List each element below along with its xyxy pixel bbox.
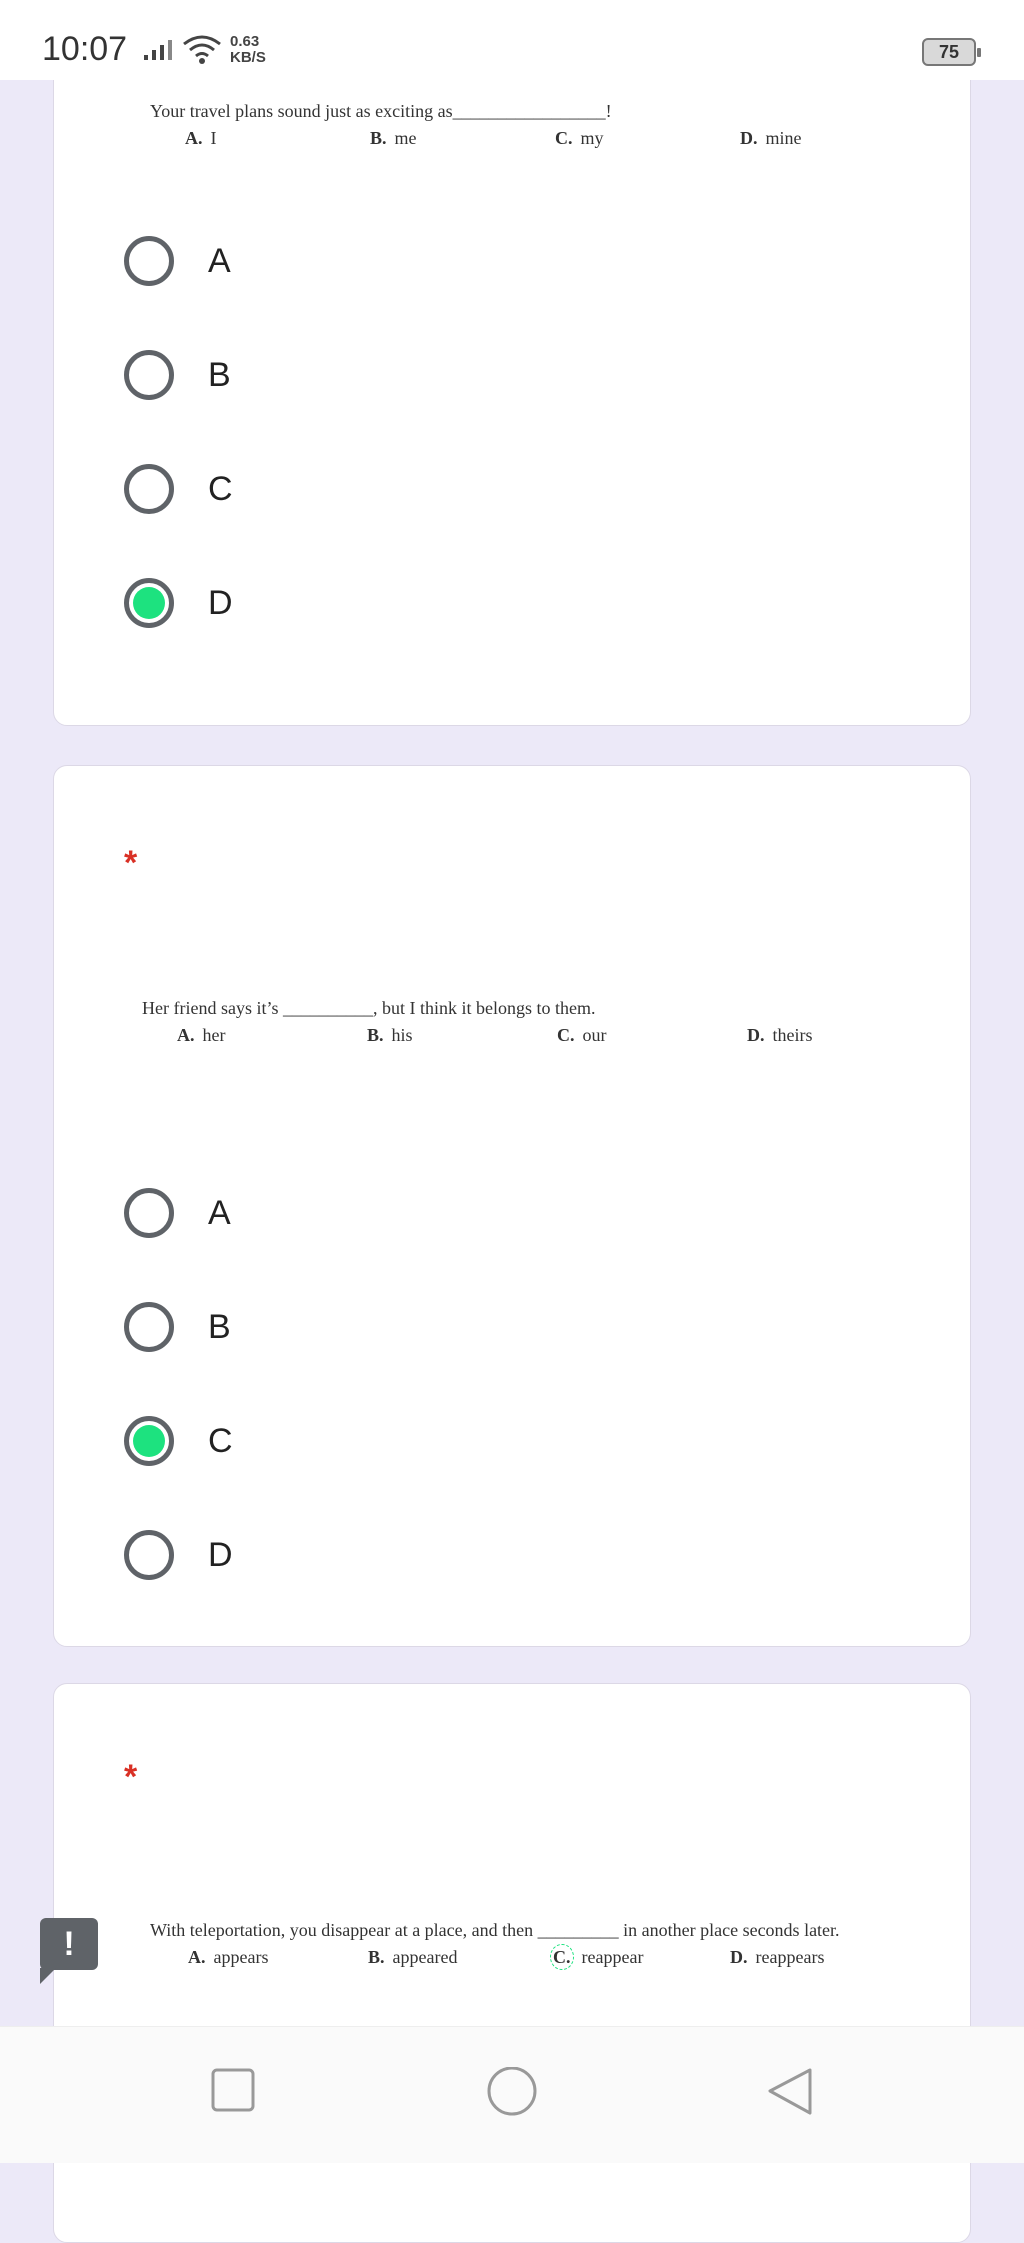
image-option-a: A. appears <box>188 1947 269 1967</box>
network-speed-unit: KB/S <box>230 49 266 66</box>
radio-option-b[interactable]: B <box>124 340 824 410</box>
radio-option-b[interactable]: B <box>124 1292 824 1362</box>
radio-button-selected[interactable] <box>124 1416 174 1466</box>
option-label: A <box>208 1193 231 1232</box>
required-asterisk: * <box>124 844 138 882</box>
question-card-2: * Her friend says it’s __________, but I… <box>53 765 971 1647</box>
option-label: D <box>208 583 233 622</box>
option-label: D <box>208 1535 233 1574</box>
radio-button[interactable] <box>124 1530 174 1580</box>
radio-button[interactable] <box>124 350 174 400</box>
image-option-b: B. his <box>367 1025 413 1045</box>
image-option-c: C. our <box>557 1025 607 1045</box>
option-label: C <box>208 469 233 508</box>
radio-button[interactable] <box>124 236 174 286</box>
image-option-d: D. reappears <box>730 1947 825 1967</box>
question-image-3: With teleportation, you disappear at a p… <box>150 1920 970 1971</box>
image-option-b: B. appeared <box>368 1947 458 1967</box>
radio-option-a[interactable]: A <box>124 226 824 296</box>
image-option-a: A. her <box>177 1025 226 1045</box>
battery-icon: 75 <box>922 38 981 66</box>
required-asterisk: * <box>124 1758 138 1796</box>
question-image-2: Her friend says it’s __________, but I t… <box>142 998 962 1049</box>
question-image-options: A. her B. his C. our D. theirs <box>142 1025 962 1049</box>
radio-button-selected[interactable] <box>124 578 174 628</box>
report-icon: ! <box>63 1925 75 1963</box>
question-card-1: Your travel plans sound just as exciting… <box>53 40 971 726</box>
question-text: Your travel plans sound just as exciting… <box>150 101 612 121</box>
radio-button[interactable] <box>124 1302 174 1352</box>
network-speed: 0.63 KB/S <box>230 34 266 66</box>
question-text: Her friend says it’s __________, but I t… <box>142 998 596 1018</box>
status-bar: 10:07 0.63 KB/S 75 <box>0 0 1024 80</box>
option-label: A <box>208 241 231 280</box>
radio-option-c[interactable]: C <box>124 454 824 524</box>
radio-option-a[interactable]: A <box>124 1178 824 1248</box>
radio-button[interactable] <box>124 464 174 514</box>
option-label: B <box>208 355 231 394</box>
home-icon[interactable] <box>486 2067 538 2119</box>
navigation-bar <box>0 2026 1024 2163</box>
image-option-c: C. reappear <box>550 1944 643 1970</box>
recent-apps-icon[interactable] <box>210 2067 256 2113</box>
image-option-b: B. me <box>370 128 417 148</box>
network-speed-value: 0.63 <box>230 33 260 50</box>
signal-icon <box>144 40 172 60</box>
option-label: C <box>208 1421 233 1460</box>
image-option-d: D. mine <box>740 128 802 148</box>
image-option-c: C. my <box>555 128 604 148</box>
radio-button[interactable] <box>124 1188 174 1238</box>
image-option-a: A. I <box>185 128 217 148</box>
feedback-button[interactable]: ! <box>40 1918 98 1984</box>
question-text: With teleportation, you disappear at a p… <box>150 1920 840 1940</box>
question-image-options: A. appears B. appeared C. reappear D. reappe… <box>150 1944 970 1971</box>
radio-option-c[interactable]: C <box>124 1406 824 1476</box>
radio-option-d[interactable]: D <box>124 1520 824 1590</box>
option-label: B <box>208 1307 231 1346</box>
image-option-d: D. theirs <box>747 1025 813 1045</box>
question-image-1: Your travel plans sound just as exciting… <box>150 101 970 152</box>
wifi-icon <box>183 35 221 64</box>
clock: 10:07 <box>42 30 128 68</box>
radio-option-d[interactable]: D <box>124 568 824 638</box>
back-icon[interactable] <box>766 2067 814 2117</box>
question-image-options: A. I B. me C. my D. mine <box>150 128 970 152</box>
